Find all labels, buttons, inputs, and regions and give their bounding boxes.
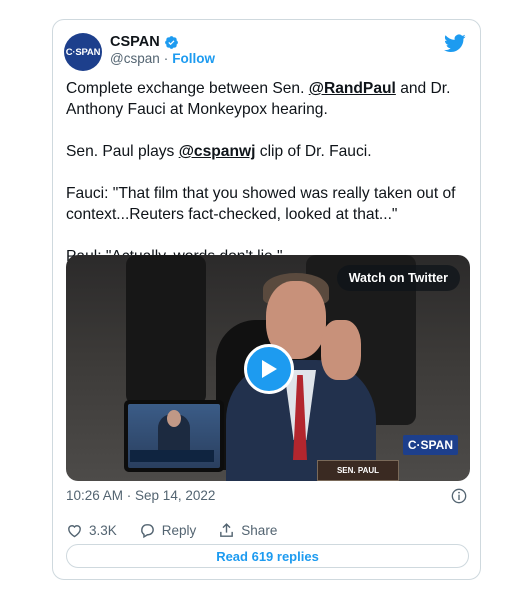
share-button[interactable]: Share <box>218 522 277 539</box>
author-handle-row: @cspan · Follow <box>110 51 215 66</box>
reply-bubble-icon <box>140 524 154 539</box>
background-figure <box>126 255 206 405</box>
twitter-bird-icon[interactable] <box>444 32 466 54</box>
action-bar: 3.3K Reply Share <box>66 522 277 539</box>
read-replies-button[interactable]: Read 619 replies <box>66 544 469 568</box>
author-handle[interactable]: @cspan <box>110 51 160 66</box>
like-button[interactable]: 3.3K <box>66 522 117 539</box>
tablet-chyron <box>130 450 214 462</box>
play-button[interactable] <box>244 344 294 394</box>
tweet-card: C·SPAN CSPAN @cspan · Follow Complete ex… <box>52 19 481 580</box>
verified-badge-icon <box>164 35 178 49</box>
like-count: 3.3K <box>89 523 117 538</box>
play-icon <box>262 360 277 378</box>
reply-button[interactable]: Reply <box>139 522 197 539</box>
hand-shape <box>321 320 361 380</box>
tweet-text-segment: Complete exchange between Sen. <box>66 80 309 97</box>
mention-link-cspanwj[interactable]: @cspanwj <box>179 143 256 160</box>
mention-link-randpaul[interactable]: @RandPaul <box>309 80 396 97</box>
author-name[interactable]: CSPAN <box>110 34 160 50</box>
tablet-face <box>167 410 181 427</box>
tweet-text-segment: Sen. Paul plays <box>66 143 179 160</box>
video-player[interactable]: SEN. PAUL C·SPAN Watch on Twitter <box>66 255 470 481</box>
avatar[interactable]: C·SPAN <box>64 33 102 71</box>
info-icon[interactable] <box>451 488 467 504</box>
tweet-paragraph-3: Fauci: "That film that you showed was re… <box>66 185 456 223</box>
tablet-screen <box>128 404 220 468</box>
watch-on-twitter-button[interactable]: Watch on Twitter <box>336 265 460 291</box>
tablet-device <box>124 400 224 472</box>
share-icon <box>220 523 234 537</box>
tweet-timestamp[interactable]: 10:26 AM · Sep 14, 2022 <box>66 488 215 503</box>
follow-button[interactable]: Follow <box>172 51 215 66</box>
heart-icon <box>68 525 81 538</box>
share-label: Share <box>241 523 278 538</box>
nameplate: SEN. PAUL <box>317 460 399 481</box>
reply-label: Reply <box>161 523 197 538</box>
separator-dot: · <box>163 51 169 66</box>
tweet-paragraph-2: Sen. Paul plays @cspanwj clip of Dr. Fau… <box>66 141 471 162</box>
tweet-text-segment: clip of Dr. Fauci. <box>255 143 372 160</box>
network-logo: C·SPAN <box>402 435 458 455</box>
avatar-text: C·SPAN <box>65 46 101 58</box>
author-name-row: CSPAN <box>110 34 179 50</box>
tweet-paragraph-1: Complete exchange between Sen. @RandPaul… <box>66 78 471 120</box>
